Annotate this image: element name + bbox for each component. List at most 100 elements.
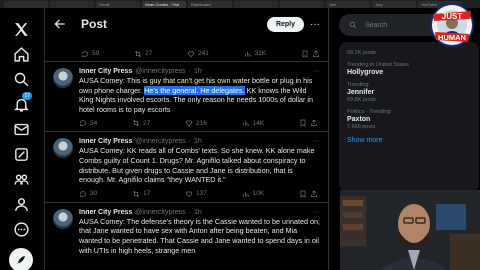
page-title: Post	[81, 17, 108, 31]
repost-action[interactable]: 27	[132, 119, 150, 127]
webcam-overlay	[340, 190, 480, 270]
tweet-time[interactable]: 1h	[194, 138, 202, 145]
browser-tab[interactable]	[4, 1, 48, 8]
home-icon[interactable]	[11, 44, 31, 64]
trend-count: 59.8K posts	[347, 97, 377, 103]
avatar[interactable]	[53, 208, 73, 229]
trend-count: 7,666 posts	[347, 124, 376, 130]
author-handle[interactable]: @innercitypress	[135, 68, 185, 75]
profile-icon[interactable]	[11, 194, 31, 214]
views-count: 31K	[254, 50, 267, 57]
avatar[interactable]	[53, 68, 73, 88]
tweet[interactable]: Inner City Press @innercitypress · 1h ··…	[45, 62, 328, 133]
bookmark-share-actions[interactable]	[299, 119, 318, 127]
repost-icon	[135, 50, 141, 57]
tweet-separator: ·	[188, 138, 191, 146]
reply-action[interactable]: 30	[79, 190, 97, 198]
comment-icon	[79, 120, 86, 127]
tweet-text-highlighted: He's the general. He delegates.	[144, 85, 245, 95]
trend-item[interactable]: Politics · Trending Paxton 7,666 posts	[339, 106, 479, 133]
compose-post-button[interactable]	[9, 248, 33, 270]
trend-item[interactable]: Trending in United States Hollygrove	[339, 59, 479, 79]
repost-icon	[133, 190, 139, 197]
communities-icon[interactable]	[11, 169, 31, 189]
more-circle-icon[interactable]	[11, 219, 31, 239]
author-name[interactable]: Inner City Press	[79, 138, 132, 145]
notifications-badge: 17	[22, 92, 32, 100]
channel-logo: JUST HUMAN	[430, 3, 474, 47]
comment-icon	[81, 50, 88, 57]
tweet[interactable]: Inner City Press @innercitypress · 1h ··…	[45, 132, 328, 203]
tweet-time[interactable]: 1h	[194, 209, 202, 216]
heart-icon	[187, 51, 195, 57]
share-icon	[312, 50, 319, 57]
tweet-actions: 54 27 216 14K	[79, 119, 320, 127]
author-name[interactable]: Inner City Press	[79, 209, 132, 216]
grok-icon[interactable]	[11, 144, 31, 164]
tweet-text: AUSA Comey: This is guy that can't get h…	[79, 76, 320, 114]
tweet[interactable]: Inner City Press @innercitypress · 1h ··…	[45, 203, 328, 259]
repost-count: 27	[145, 50, 153, 57]
views-action[interactable]: 14K	[242, 119, 264, 127]
trend-name: Paxton	[347, 116, 371, 123]
x-logo-icon[interactable]	[11, 19, 31, 39]
author-name[interactable]: Inner City Press	[79, 68, 132, 75]
like-action[interactable]: 241	[187, 50, 209, 58]
like-action[interactable]: 216	[185, 119, 207, 127]
reply-count: 59	[92, 50, 100, 57]
notifications-icon[interactable]: 17	[11, 92, 32, 114]
repost-icon	[133, 120, 139, 127]
tweet-text: AUSA Comey: KK reads all of Combs' texts…	[79, 146, 315, 185]
tweet-more-icon[interactable]: ···	[313, 138, 320, 145]
reply-count: 54	[90, 119, 98, 127]
browser-tab[interactable]: Gmail	[96, 1, 140, 8]
repost-action[interactable]: 27	[134, 50, 152, 58]
trend-item[interactable]: Trending Jennifer 59.8K posts	[339, 79, 479, 106]
reply-action[interactable]: 54	[79, 119, 97, 127]
repost-action[interactable]: 17	[132, 190, 150, 198]
browser-tab-active[interactable]: Sean Combs - Trial	[142, 1, 186, 8]
logo-line2: HUMAN	[438, 33, 466, 42]
tweet-more-icon[interactable]: ···	[313, 209, 320, 216]
explore-icon[interactable]	[11, 69, 31, 89]
author-handle[interactable]: @innercitypress	[135, 138, 185, 145]
main-column: Post Reply ··· 59 27 241 31K Inner City …	[44, 8, 329, 270]
trend-category: Trending	[347, 82, 369, 88]
search-icon	[349, 21, 357, 29]
search-input[interactable]: Search	[339, 14, 441, 36]
share-icon	[310, 119, 317, 127]
bookmark-share-actions[interactable]	[299, 190, 318, 198]
reply-action[interactable]: 59	[81, 50, 99, 58]
browser-tab[interactable]: Dashboard	[188, 1, 232, 8]
repost-count: 27	[143, 119, 151, 127]
comment-icon	[79, 191, 86, 198]
bookmark-share-actions[interactable]	[301, 50, 320, 58]
more-options-button[interactable]: ···	[310, 19, 320, 30]
tweet-more-icon[interactable]: ···	[313, 68, 320, 75]
reply-button[interactable]: Reply	[266, 16, 304, 32]
like-action[interactable]: 137	[185, 190, 207, 198]
repost-count: 17	[143, 190, 151, 198]
back-arrow-icon[interactable]	[53, 16, 69, 32]
show-more-link[interactable]: Show more	[339, 133, 479, 148]
tweet-time[interactable]: 1h	[194, 68, 202, 75]
views-action[interactable]: 10K	[242, 190, 264, 198]
author-handle[interactable]: @innercitypress	[135, 209, 185, 216]
browser-tab[interactable]	[50, 1, 94, 8]
avatar[interactable]	[53, 138, 73, 159]
browser-tab[interactable]: Jury	[372, 1, 416, 8]
messages-icon[interactable]	[11, 119, 31, 139]
views-icon	[244, 51, 251, 57]
like-count: 137	[196, 190, 207, 198]
views-action[interactable]: 31K	[244, 50, 267, 58]
trend-name: Jennifer	[347, 89, 375, 96]
trend-category: Trending in United States	[347, 62, 409, 68]
tweet-actions: 30 17 137 10K	[79, 190, 320, 198]
browser-tab[interactable]	[280, 1, 324, 8]
browser-tab[interactable]	[234, 1, 278, 8]
bookmark-icon	[300, 190, 306, 198]
post-actions-bar: 59 27 241 31K	[45, 40, 328, 62]
like-count: 241	[198, 50, 209, 57]
browser-tab[interactable]: Join	[326, 1, 370, 8]
share-icon	[310, 190, 317, 197]
